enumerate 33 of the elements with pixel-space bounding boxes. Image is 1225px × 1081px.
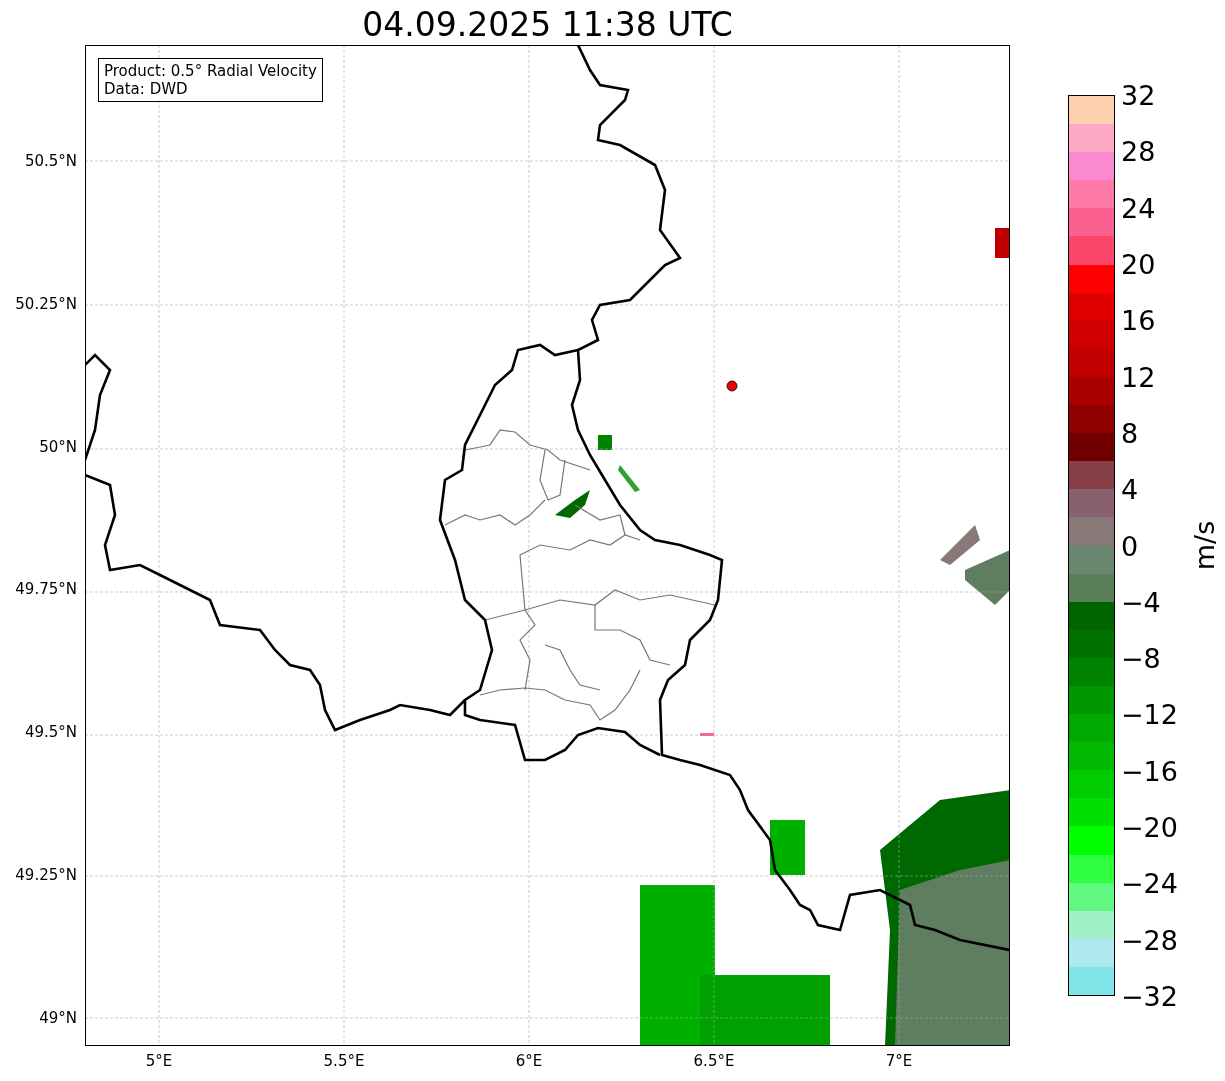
colorbar-unit-label: m/s (1189, 520, 1221, 571)
longitude-label: 7°E (885, 1052, 913, 1070)
colorbar-tick-label: −28 (1121, 924, 1178, 956)
colorbar-tick-label: 20 (1121, 248, 1156, 280)
colorbar-tick-label: −16 (1121, 755, 1178, 787)
colorbar-tick-label: 16 (1121, 304, 1156, 336)
colorbar-tick-label: 24 (1121, 192, 1156, 224)
longitude-label: 6°E (515, 1052, 543, 1070)
latitude-label: 49.5°N (24, 723, 77, 742)
longitude-label: 6.5°E (693, 1052, 735, 1070)
colorbar-tick-label: 28 (1121, 135, 1156, 167)
colorbar-tick-label: −20 (1121, 811, 1178, 843)
latitude-label: 50.5°N (24, 152, 77, 170)
latitude-label: 50.25°N (15, 294, 77, 313)
info-text: Data: DWD (104, 80, 189, 98)
latitude-label: 49.75°N (15, 580, 77, 599)
longitude-label: 5.5°E (323, 1052, 365, 1070)
colorbar-tick-label: 8 (1121, 417, 1139, 449)
colorbar-tick-label: 4 (1121, 473, 1139, 505)
longitude-label: 5°E (145, 1052, 173, 1070)
latitude-label: 50°N (39, 437, 77, 456)
latitude-label: 49.25°N (15, 866, 77, 884)
colorbar-tick-label: −32 (1121, 980, 1178, 1012)
colorbar-tick-label: 32 (1121, 79, 1156, 111)
colorbar-tick-label: 12 (1121, 361, 1156, 393)
latitude-label: 49°N (39, 1008, 77, 1027)
chart-title: 04.09.2025 11:38 UTC (361, 4, 734, 45)
info-text: Product: 0.5° Radial Velocity (104, 62, 317, 80)
colorbar-tick-label: −4 (1121, 586, 1161, 618)
colorbar-tick-label: 0 (1121, 530, 1139, 561)
colorbar-tick-label: −8 (1121, 642, 1161, 674)
colorbar-tick-label: −12 (1121, 698, 1178, 730)
colorbar-tick-label: −24 (1121, 867, 1178, 899)
